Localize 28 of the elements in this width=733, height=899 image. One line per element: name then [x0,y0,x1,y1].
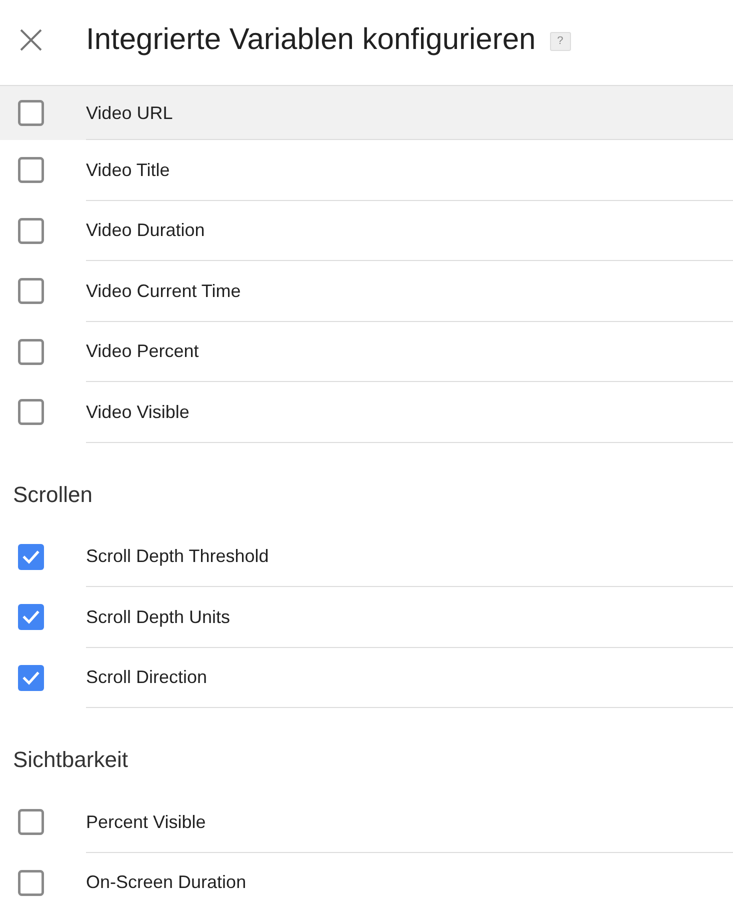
checkbox-icon[interactable] [18,338,44,365]
variable-label: Percent Visible [86,810,206,833]
close-button[interactable] [18,26,44,52]
variable-label: On-Screen Duration [86,871,246,894]
checkbox-icon[interactable] [18,100,44,126]
checkbox-checked-icon[interactable] [18,664,44,691]
variable-label: Video Current Time [86,280,241,302]
section-heading: Sichtbarkeit [13,748,128,772]
variable-label: Video Percent [86,340,199,362]
checkbox-icon[interactable] [18,399,44,426]
checkbox-icon[interactable] [18,809,44,836]
variable-label: Video Visible [86,400,190,423]
variable-label: Video Duration [86,219,205,242]
variable-label: Video Title [86,158,170,181]
checkbox-icon[interactable] [18,870,44,896]
section-heading: Scrollen [13,482,92,506]
variable-row[interactable]: Video URL [0,86,733,140]
checkbox-checked-icon[interactable] [18,544,44,570]
variable-label: Scroll Depth Threshold [86,545,269,568]
dialog-title: Integrierte Variablen konfigurieren [86,22,536,58]
close-icon [20,28,42,50]
checkbox-icon[interactable] [18,278,44,304]
checkbox-icon[interactable] [18,157,44,184]
variable-label: Video URL [86,102,173,124]
variable-label: Scroll Depth Units [86,606,230,628]
variable-label: Scroll Direction [86,666,208,688]
checkbox-icon[interactable] [18,218,44,244]
checkbox-checked-icon[interactable] [18,604,44,630]
